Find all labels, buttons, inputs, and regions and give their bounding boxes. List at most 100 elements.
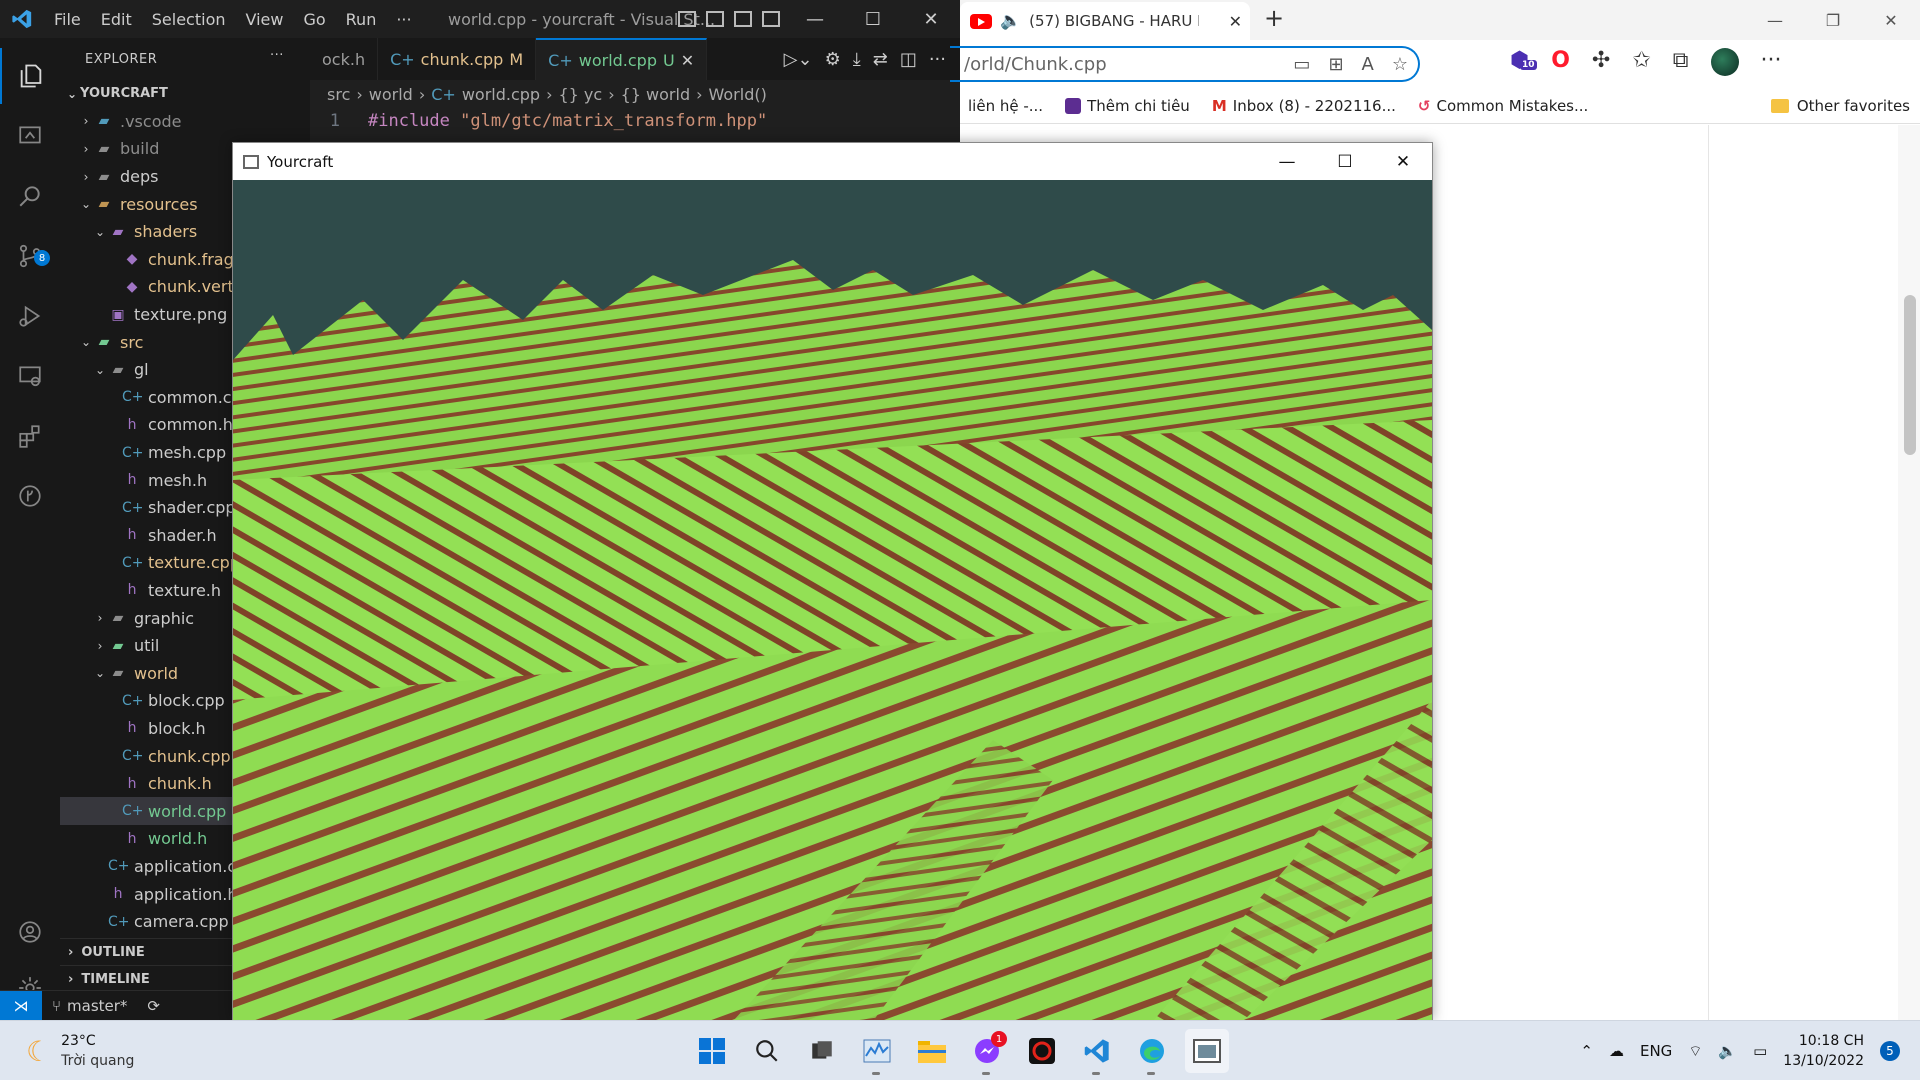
tab-block-h[interactable]: ock.h bbox=[310, 38, 379, 80]
breadcrumb-item[interactable]: world bbox=[369, 85, 413, 104]
speaker-icon[interactable]: 🔈 bbox=[1000, 11, 1021, 31]
vscode-taskbar-icon[interactable] bbox=[1075, 1029, 1119, 1075]
edge-icon[interactable] bbox=[1130, 1029, 1174, 1075]
sync-icon[interactable]: ⟳ bbox=[147, 997, 160, 1015]
breadcrumb-item[interactable]: {} world bbox=[621, 85, 691, 104]
minimize-button[interactable]: — bbox=[786, 0, 844, 38]
code-editor[interactable]: 1 #include "glm/gtc/matrix_transform.hpp… bbox=[310, 108, 960, 134]
favorite-item[interactable]: ↺ Common Mistakes... bbox=[1418, 97, 1588, 115]
branch-indicator[interactable]: ⑂ master* ⟳ bbox=[42, 997, 160, 1015]
settings-more-icon[interactable]: ··· bbox=[1761, 48, 1782, 76]
toggle-secondary-sidebar-icon[interactable] bbox=[734, 11, 752, 27]
task-manager-icon[interactable] bbox=[855, 1029, 899, 1075]
breadcrumb-item[interactable]: {} yc bbox=[558, 85, 602, 104]
code-line[interactable]: 1 #include "glm/gtc/matrix_transform.hpp… bbox=[310, 108, 960, 134]
tab-world-cpp[interactable]: C+ world.cpp U ✕ bbox=[536, 38, 708, 80]
close-button[interactable]: ✕ bbox=[1374, 143, 1432, 180]
menu-edit[interactable]: Edit bbox=[91, 10, 142, 29]
app-available-icon[interactable]: ▭ bbox=[1293, 54, 1310, 75]
tab-chunk-cpp[interactable]: C+ chunk.cpp M bbox=[378, 38, 537, 80]
tab-close-icon[interactable]: ✕ bbox=[1229, 12, 1242, 31]
remote-explorer-icon[interactable] bbox=[0, 108, 60, 164]
explorer-icon[interactable] bbox=[0, 48, 60, 104]
menu-more[interactable]: ··· bbox=[386, 10, 421, 29]
task-view-icon[interactable] bbox=[800, 1029, 844, 1073]
menu-go[interactable]: Go bbox=[293, 10, 335, 29]
tree-item-label: shader.cpp bbox=[148, 498, 236, 518]
opera-extension-icon[interactable]: O bbox=[1551, 48, 1570, 76]
menu-run[interactable]: Run bbox=[336, 10, 387, 29]
battery-icon[interactable]: ▭ bbox=[1753, 1042, 1767, 1060]
address-bar[interactable]: /orld/Chunk.cpp ▭ ⊞ A ☆ bbox=[950, 46, 1420, 82]
accounts-icon[interactable] bbox=[0, 904, 60, 960]
toggle-panel-icon[interactable] bbox=[706, 11, 724, 27]
start-button[interactable] bbox=[690, 1029, 734, 1073]
garena-icon[interactable] bbox=[1020, 1029, 1064, 1073]
run-icon[interactable]: ▷⌄ bbox=[784, 49, 813, 70]
maximize-button[interactable]: ☐ bbox=[844, 0, 902, 38]
file-explorer-icon[interactable] bbox=[910, 1029, 954, 1073]
tab-close-icon[interactable]: ✕ bbox=[681, 51, 694, 70]
restore-button[interactable]: ❐ bbox=[1804, 0, 1862, 40]
search-button[interactable] bbox=[745, 1029, 789, 1073]
download-icon[interactable]: ⤓ bbox=[853, 49, 861, 70]
compare-icon[interactable]: ⇄ bbox=[873, 49, 888, 70]
favorite-item[interactable]: M Inbox (8) - 2202116... bbox=[1212, 97, 1396, 115]
chevron-up-icon[interactable]: ⌃ bbox=[1580, 1042, 1593, 1060]
minimize-button[interactable]: — bbox=[1746, 0, 1804, 40]
minimize-button[interactable]: — bbox=[1258, 143, 1316, 180]
tree-item-label: block.cpp bbox=[148, 691, 225, 711]
read-aloud-icon[interactable]: A bbox=[1362, 54, 1374, 75]
close-button[interactable]: ✕ bbox=[902, 0, 960, 38]
extensions-puzzle-icon[interactable]: ✣ bbox=[1592, 48, 1610, 76]
remote-indicator-icon[interactable]: ⋊ bbox=[0, 990, 42, 1021]
new-tab-button[interactable]: + bbox=[1264, 4, 1284, 32]
add-favorite-icon[interactable]: ☆ bbox=[1392, 54, 1408, 75]
explorer-more-actions[interactable]: ··· bbox=[270, 48, 284, 63]
explorer-header: EXPLORER ··· bbox=[60, 38, 310, 80]
settings-icon[interactable]: ⚙ bbox=[825, 49, 841, 70]
input-language[interactable]: ENG bbox=[1640, 1042, 1672, 1060]
collections-icon[interactable]: ⧉ bbox=[1673, 48, 1689, 76]
browser-scrollbar[interactable] bbox=[1898, 125, 1920, 1020]
profile-avatar[interactable] bbox=[1710, 48, 1739, 76]
menu-view[interactable]: View bbox=[236, 10, 294, 29]
clock[interactable]: 10:18 CH 13/10/2022 bbox=[1783, 1031, 1864, 1071]
remote-icon[interactable] bbox=[0, 348, 60, 404]
extension-icon[interactable]: ⬢10 bbox=[1510, 48, 1537, 76]
game-viewport[interactable] bbox=[233, 180, 1432, 1021]
apps-grid-icon[interactable]: ⊞ bbox=[1328, 54, 1343, 75]
maximize-button[interactable]: ☐ bbox=[1316, 143, 1374, 180]
split-editor-icon[interactable]: ◫ bbox=[900, 49, 917, 70]
onedrive-cloud-icon[interactable]: ☁ bbox=[1609, 1042, 1624, 1060]
breadcrumb-item[interactable]: World() bbox=[709, 85, 767, 104]
messenger-icon[interactable]: 1 bbox=[965, 1029, 1009, 1075]
shader-folder-icon: ▰ bbox=[112, 223, 124, 240]
tree-item[interactable]: › ▰ .vscode bbox=[60, 108, 310, 136]
wifi-icon[interactable]: ⌔ bbox=[1688, 1042, 1702, 1061]
extensions-icon[interactable] bbox=[0, 408, 60, 464]
favorite-item[interactable]: liên hệ -... bbox=[968, 97, 1043, 115]
scrollbar-thumb[interactable] bbox=[1904, 295, 1916, 455]
source-control-icon[interactable] bbox=[0, 228, 60, 284]
volume-icon[interactable]: 🔈 bbox=[1718, 1042, 1737, 1060]
more-actions-icon[interactable]: ··· bbox=[929, 49, 946, 70]
toggle-primary-sidebar-icon[interactable] bbox=[678, 11, 696, 27]
other-favorites[interactable]: Other favorites bbox=[1770, 97, 1910, 115]
menu-selection[interactable]: Selection bbox=[142, 10, 236, 29]
yourcraft-taskbar-icon[interactable] bbox=[1185, 1029, 1229, 1073]
weather-widget[interactable]: ☾ 23°C Trời quang bbox=[26, 1031, 134, 1071]
run-debug-icon[interactable] bbox=[0, 288, 60, 344]
favorites-icon[interactable]: ✩ bbox=[1632, 48, 1650, 76]
workspace-root[interactable]: ⌄ YOURCRAFT bbox=[60, 80, 310, 108]
menu-file[interactable]: File bbox=[44, 10, 91, 29]
search-icon[interactable] bbox=[0, 168, 60, 224]
git-graph-icon[interactable] bbox=[0, 468, 60, 524]
favorite-item[interactable]: Thêm chi tiêu bbox=[1065, 97, 1190, 115]
notification-count[interactable]: 5 bbox=[1880, 1041, 1900, 1061]
close-button[interactable]: ✕ bbox=[1862, 0, 1920, 40]
breadcrumb-item[interactable]: world.cpp bbox=[462, 85, 540, 104]
breadcrumb-item[interactable]: src bbox=[327, 85, 350, 104]
browser-tab-youtube[interactable]: 🔈 (57) BIGBANG - HARU HARU ✕ bbox=[960, 2, 1250, 40]
customize-layout-icon[interactable] bbox=[762, 11, 780, 27]
